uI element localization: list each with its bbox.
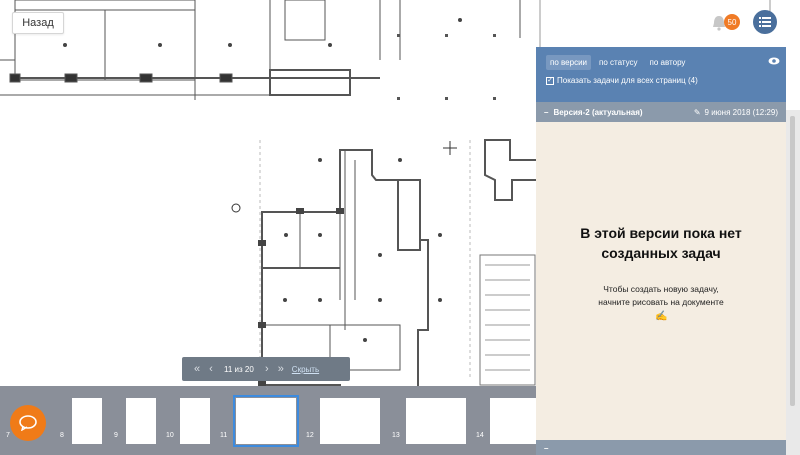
page-thumbnail[interactable]	[320, 398, 380, 444]
hide-pager-link[interactable]: Скрыть	[292, 365, 319, 374]
thumbnail-number: 11	[220, 432, 228, 439]
eye-icon[interactable]	[768, 57, 780, 65]
version-row[interactable]: – Версия-2 (актуальная) ✎ 9 июня 2018 (1…	[536, 102, 786, 122]
expand-icon[interactable]: –	[544, 444, 548, 453]
thumbnail-strip: 7 8 9 10 11 12 13 14	[0, 386, 536, 455]
chat-bubble-icon	[19, 415, 37, 431]
chat-button[interactable]	[10, 405, 46, 441]
task-list-toggle-button[interactable]	[753, 10, 777, 34]
first-page-icon[interactable]: «	[190, 363, 204, 375]
filter-by-version[interactable]: по версии	[546, 55, 591, 70]
thumbnail-number: 10	[166, 432, 174, 439]
filter-tabs: по версии по статусу по автору	[546, 55, 778, 70]
version-row-collapsed[interactable]: –	[536, 440, 786, 455]
page-navigator: « ‹ 11 из 20 › » Скрыть	[182, 357, 350, 381]
last-page-icon[interactable]: »	[274, 363, 288, 375]
version-date: 9 июня 2018 (12:29)	[704, 107, 778, 117]
back-button[interactable]: Назад	[12, 12, 64, 34]
show-all-pages-toggle[interactable]: ✓ Показать задачи для всех страниц (4)	[546, 76, 778, 85]
empty-state-hint: Чтобы создать новую задачу, начните рисо…	[598, 284, 724, 307]
page-thumbnail[interactable]	[490, 398, 536, 444]
tasks-panel: по версии по статусу по автору ✓ Показат…	[536, 47, 786, 455]
notification-count-badge: 50	[724, 14, 740, 30]
collapse-icon[interactable]: –	[544, 108, 548, 117]
author-icon: ✎	[693, 107, 701, 117]
thumbnail-number: 12	[306, 432, 314, 439]
notifications-button[interactable]: 50	[710, 12, 740, 34]
page-thumbnail[interactable]	[126, 398, 156, 444]
thumbnail-number: 14	[476, 432, 484, 439]
scrollbar-thumb[interactable]	[790, 116, 795, 406]
panel-scrollbar[interactable]	[786, 110, 800, 455]
filter-by-status[interactable]: по статусу	[595, 55, 642, 70]
page-thumbnail[interactable]	[180, 398, 210, 444]
thumbnail-number: 7	[6, 432, 10, 439]
thumbnail-number: 9	[114, 432, 118, 439]
version-name: Версия-2 (актуальная)	[553, 107, 643, 117]
show-all-checkbox[interactable]: ✓	[546, 76, 554, 85]
filter-by-author[interactable]: по автору	[646, 55, 690, 70]
next-page-icon[interactable]: ›	[260, 363, 274, 375]
thumbnail-number: 13	[392, 432, 400, 439]
page-thumbnail[interactable]	[406, 398, 466, 444]
page-thumbnail[interactable]	[72, 398, 102, 444]
page-thumbnail-active[interactable]	[233, 395, 299, 447]
prev-page-icon[interactable]: ‹	[204, 363, 218, 375]
thumbnail-number: 8	[60, 432, 64, 439]
show-all-label: Показать задачи для всех страниц (4)	[557, 76, 698, 85]
list-icon	[759, 17, 771, 27]
tasks-panel-header: по версии по статусу по автору ✓ Показат…	[536, 47, 786, 102]
empty-state-title: В этой версии пока нет созданных задач	[580, 225, 742, 261]
page-indicator: 11 из 20	[224, 364, 254, 374]
pencil-icon: ✍	[655, 311, 668, 322]
